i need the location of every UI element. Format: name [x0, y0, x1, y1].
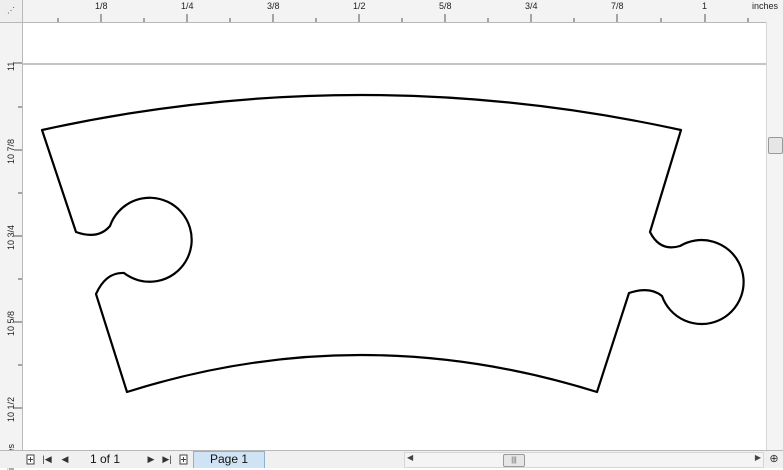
ruler-left-tick: 10 7/8 [6, 138, 16, 164]
ruler-top-tick: 1/8 [95, 1, 108, 11]
vertical-scrollbar[interactable] [766, 22, 783, 450]
last-page-icon: ▶| [162, 453, 172, 464]
ruler-top-tick: 3/8 [267, 1, 280, 11]
next-page-icon: ▶ [147, 453, 155, 464]
horizontal-scroll-thumb[interactable]: ||| [503, 454, 525, 467]
add-page-icon[interactable] [24, 452, 38, 466]
ruler-top-tick: 1/4 [181, 1, 194, 11]
horizontal-scrollbar[interactable]: ◀ ||| ▶ [404, 452, 764, 468]
ruler-top-tick: 7/8 [611, 1, 624, 11]
puzzle-piece-drawing[interactable] [23, 23, 766, 450]
scroll-right-icon[interactable]: ▶ [755, 453, 761, 462]
prev-page-button[interactable]: ◀ [58, 452, 72, 466]
ruler-left-tick: 10 5/8 [6, 310, 16, 336]
prev-page-icon: ◀ [61, 453, 69, 464]
vertical-ruler[interactable]: 11 10 7/8 10 3/4 10 5/8 10 1/2 inches [0, 22, 23, 470]
first-page-icon: |◀ [42, 453, 52, 464]
ruler-left-tick: 10 3/4 [6, 224, 16, 250]
drawing-canvas[interactable] [23, 23, 766, 450]
add-page-after-button[interactable] [177, 452, 191, 466]
puzzle-piece-shape[interactable] [40, 93, 745, 394]
add-page-icon [179, 454, 188, 464]
page-navigation-bar: |◀ ◀ 1 of 1 ▶ ▶| Page 1 ◀ ||| ▶ ⊕ [0, 450, 783, 468]
next-page-button[interactable]: ▶ [144, 452, 158, 466]
scroll-left-icon[interactable]: ◀ [407, 453, 413, 462]
ruler-top-tick: 1 [702, 1, 708, 11]
ruler-origin-corner[interactable]: ⋰ [0, 0, 23, 23]
ruler-top-tick: 1/2 [353, 1, 366, 11]
first-page-button[interactable]: |◀ [40, 452, 54, 466]
zoom-icon[interactable]: ⊕ [767, 452, 781, 466]
ruler-top-tick: 5/8 [439, 1, 452, 11]
add-page-icon [26, 454, 35, 464]
ruler-unit-label: inches [752, 1, 779, 11]
ruler-top-tick: 3/4 [525, 1, 538, 11]
ruler-ticks-top [57, 14, 749, 22]
vertical-scroll-thumb[interactable] [768, 137, 783, 154]
ruler-left-tick: 11 [6, 61, 16, 71]
last-page-button[interactable]: ▶| [160, 452, 174, 466]
ruler-left-tick: 10 1/2 [6, 396, 16, 422]
page-tab[interactable]: Page 1 [193, 451, 265, 468]
horizontal-ruler[interactable]: 1/8 1/4 3/8 1/2 5/8 3/4 7/8 1 inches [0, 0, 783, 23]
page-count: 1 of 1 [90, 452, 121, 466]
